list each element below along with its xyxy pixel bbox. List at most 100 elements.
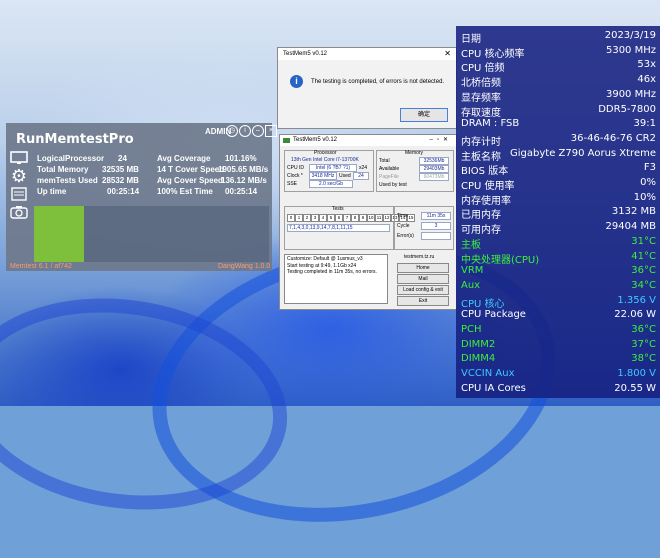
monitor-value: DDR5-7800: [598, 103, 656, 115]
stat-label: Avg Cover Speed: [157, 176, 223, 185]
footer-version: Memtest 6.1 / af742: [10, 263, 72, 270]
stat-label: Up time: [37, 187, 67, 196]
monitor-value: 29404 MB: [605, 221, 656, 233]
monitor-value: 36°C: [631, 324, 656, 335]
list-icon[interactable]: [10, 187, 28, 201]
window-titlebar: TestMem5 v0.12 –▫✕: [280, 135, 456, 146]
used-by-test-label: Used by test: [379, 182, 407, 188]
test-cell: 2: [303, 214, 311, 222]
used-value: 24: [353, 172, 369, 180]
graph-area: [84, 206, 269, 262]
monitor-value: 53x: [637, 59, 656, 71]
monitor-label: PCH: [461, 324, 482, 335]
dialog-message: The testing is completed, of errors is n…: [311, 79, 445, 85]
monitor-label: DIMM2: [461, 338, 496, 350]
runmemtestpro-window: RunMemtestPro ADMIN ◷ i – × ⚙ LogicalPro…: [6, 123, 277, 271]
monitor-value: 1.800 V: [617, 368, 656, 380]
monitor-value: 5300 MHz: [605, 44, 656, 56]
clock-value: 3418 MHz: [309, 172, 337, 180]
test-cell: 3: [311, 214, 319, 222]
test-cell: 6: [335, 214, 343, 222]
pagefile-value: 60473Mb: [419, 173, 449, 181]
monitor-label: VCCIN Aux: [461, 368, 515, 380]
tests-group: Tests 0 1 2 3 4 5 6 7 8 9 10 11 12 13 14 15 7,1,4,3,0,1…: [284, 206, 415, 250]
monitor-value: 41°C: [631, 250, 656, 262]
used-label: Used: [339, 173, 351, 179]
test-cell: 7: [343, 214, 351, 222]
monitor-row: CPU IA Cores 20.55 W: [461, 381, 656, 399]
stat-value: 00:25:14: [107, 187, 140, 196]
hardware-monitor-overlay: 日期 2023/3/19 CPU 核心频率 5300 MHz CPU 倍频 53x 北桥倍频…: [456, 26, 660, 398]
available-label: Available: [379, 166, 400, 172]
monitor-value: F3: [643, 162, 656, 174]
monitor-label: CPU Package: [461, 309, 526, 321]
history-icon[interactable]: ◷: [226, 125, 238, 137]
memory-header: Memory: [405, 150, 424, 156]
monitor-value: 31°C: [631, 235, 656, 247]
processor-name: 13th Gen Intel Core i7-13700K: [291, 157, 359, 163]
errors-value: [421, 232, 451, 240]
monitor-value: 0%: [640, 177, 656, 188]
camera-icon[interactable]: [10, 205, 28, 219]
monitor-value: 1.356 V: [617, 294, 656, 306]
processor-group: Processor 13th Gen Intel Core i7-13700K …: [284, 150, 374, 192]
info-icon: i: [290, 75, 303, 88]
pagefile-label: PageFile: [379, 174, 399, 180]
clock-label: Clock *: [287, 173, 303, 179]
stat-value: 136.12 MB/s: [221, 176, 267, 185]
load-config-exit-button[interactable]: Load config & exit: [397, 285, 449, 295]
sse-value: 2.0 sec/Gb: [309, 180, 353, 188]
monitor-value: 20.55 W: [614, 382, 656, 394]
close-icon[interactable]: ×: [265, 125, 277, 137]
processor-header: Processor: [314, 150, 337, 156]
minimize-icon[interactable]: –: [252, 125, 264, 137]
testmem5-window: TestMem5 v0.12 –▫✕ Processor 13th Gen In…: [279, 134, 457, 310]
monitor-icon[interactable]: [10, 151, 28, 165]
log-line: Testing completed in 11m 35s, no errors.: [287, 269, 377, 275]
memory-group: Memory Total 32536Mb Available 29403Mb P…: [376, 150, 454, 192]
stat-label: LogicalProcessor: [37, 154, 105, 163]
monitor-value: 37°C: [631, 338, 656, 350]
home-button[interactable]: Home: [397, 263, 449, 273]
test-cell: 0: [287, 214, 295, 222]
stat-value: 1905.65 MB/s: [218, 165, 269, 174]
sse-label: SSE: [287, 181, 298, 187]
site-label: testmem.tz.ru: [404, 254, 435, 260]
window-title: TestMem5 v0.12: [293, 137, 338, 143]
gear-icon[interactable]: ⚙: [10, 167, 28, 185]
monitor-value: 34°C: [631, 279, 656, 291]
stat-value: 24: [118, 154, 127, 163]
cycle-value: 3: [421, 222, 451, 230]
monitor-label: CPU IA Cores: [461, 382, 526, 394]
monitor-label: Aux: [461, 279, 481, 291]
monitor-value: 46x: [637, 74, 656, 86]
thread-count: x24: [359, 165, 368, 171]
stat-label: memTests Used: [37, 176, 98, 185]
log-output[interactable]: Customize: Default @ 1usmus_v3 Start tes…: [284, 254, 388, 304]
time-label: Time: [397, 213, 408, 219]
info-icon[interactable]: i: [239, 125, 251, 137]
dialog-titlebar: TestMem5 v0.12 ✕: [278, 48, 456, 60]
total-label: Total: [379, 158, 390, 164]
test-cell: 4: [319, 214, 327, 222]
tests-header: Tests: [332, 206, 344, 212]
mail-button[interactable]: Mail: [397, 274, 449, 284]
app-logo-icon: [283, 138, 290, 143]
window-controls[interactable]: –▫✕: [430, 135, 453, 146]
cpu-id-value: Intel (6 ?B7 ?1): [309, 164, 357, 172]
app-title: RunMemtestPro: [16, 132, 134, 147]
monitor-label: VRM: [461, 265, 484, 277]
cycle-label: Cycle: [397, 223, 410, 229]
test-cell: 8: [351, 214, 359, 222]
ok-button[interactable]: 确定: [400, 108, 448, 122]
footer-author: DangWang 1.0.0: [218, 263, 271, 270]
exit-button[interactable]: Exit: [397, 296, 449, 306]
completion-dialog: TestMem5 v0.12 ✕ i The testing is comple…: [277, 47, 457, 129]
monitor-value: Gigabyte Z790 Aorus Xtreme: [510, 147, 656, 159]
stat-label: 100% Est Time: [157, 187, 213, 196]
monitor-value: 38°C: [631, 353, 656, 365]
dialog-title: TestMem5 v0.12: [283, 51, 328, 57]
close-icon[interactable]: ✕: [444, 48, 451, 60]
test-sequence: 7,1,4,3,0,13,9,14,7,8,1,11,15: [287, 224, 390, 232]
total-value: 32536Mb: [419, 157, 449, 165]
